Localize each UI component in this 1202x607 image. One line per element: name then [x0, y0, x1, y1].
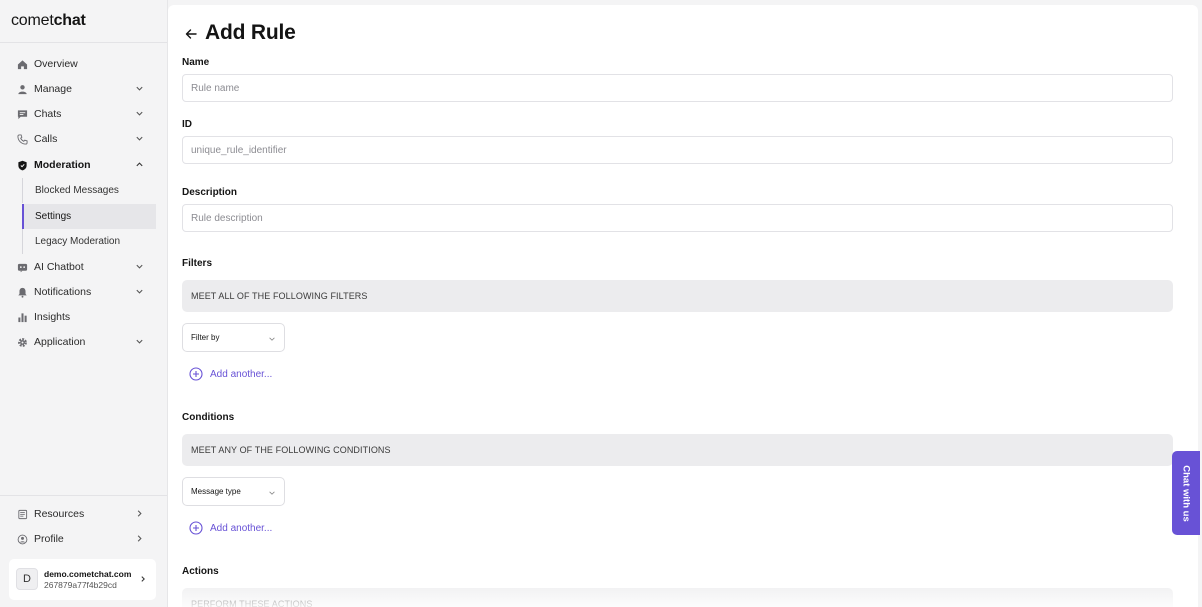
chevron-down-icon [269, 337, 275, 341]
sidebar-item-label: AI Chatbot [34, 261, 84, 273]
home-icon [16, 58, 28, 70]
chat-with-us-button[interactable]: Chat with us [1172, 451, 1200, 535]
description-label: Description [182, 187, 238, 198]
sidebar-item-label: Overview [34, 58, 78, 70]
sidebar-subitem-legacy-moderation[interactable]: Legacy Moderation [22, 229, 156, 254]
sidebar: cometchat Overview Manage Chats Calls Mo… [0, 0, 168, 607]
divider [0, 495, 167, 496]
rule-id-input[interactable] [182, 136, 1173, 164]
sidebar-item-profile[interactable]: Profile [8, 527, 156, 551]
sidebar-item-label: Resources [34, 508, 85, 520]
divider [0, 42, 167, 43]
conditions-banner: MEET ANY OF THE FOLLOWING CONDITIONS [182, 434, 1173, 466]
plus-circle-icon [189, 367, 203, 381]
sidebar-item-label: Profile [34, 533, 64, 545]
chevron-down-icon [136, 86, 143, 91]
sidebar-item-application[interactable]: Application [8, 330, 156, 354]
name-label: Name [182, 57, 210, 68]
sidebar-item-label: Insights [34, 311, 71, 323]
sidebar-item-overview[interactable]: Overview [8, 52, 156, 76]
chevron-down-icon [136, 289, 143, 294]
sidebar-item-moderation[interactable]: Moderation [8, 153, 156, 177]
sidebar-item-notifications[interactable]: Notifications [8, 280, 156, 304]
sidebar-item-label: Application [34, 336, 86, 348]
sidebar-item-label: Manage [34, 83, 72, 95]
account-id: 267879a77f4b29cd [44, 580, 117, 590]
profile-icon [16, 533, 28, 545]
chat-bubble-icon [16, 108, 28, 120]
add-filter-button[interactable]: Add another... [189, 366, 272, 382]
chevron-down-icon [269, 491, 275, 495]
rule-description-input[interactable] [182, 204, 1173, 232]
chevron-right-icon [137, 535, 142, 542]
back-arrow-icon[interactable] [184, 27, 198, 41]
chevron-down-icon [136, 339, 143, 344]
account-switcher[interactable]: D demo.cometchat.com 267879a77f4b29cd [9, 559, 156, 600]
actions-label: Actions [182, 566, 219, 577]
rule-name-input[interactable] [182, 74, 1173, 102]
id-label: ID [182, 119, 192, 130]
bell-icon [16, 286, 28, 298]
message-type-select[interactable]: Message type [182, 477, 285, 506]
actions-banner: PERFORM THESE ACTIONS [182, 588, 1173, 607]
avatar: D [16, 568, 38, 590]
sidebar-item-label: Chats [34, 108, 62, 120]
cometchat-logo[interactable]: cometchat [11, 12, 86, 30]
filter-by-select[interactable]: Filter by [182, 323, 285, 352]
sidebar-subitem-settings[interactable]: Settings [22, 204, 156, 229]
main-content: Add Rule Name ID Description Filters MEE… [168, 5, 1198, 607]
chevron-down-icon [136, 264, 143, 269]
sidebar-item-manage[interactable]: Manage [8, 77, 156, 101]
sidebar-item-insights[interactable]: Insights [8, 305, 156, 329]
conditions-label: Conditions [182, 412, 235, 423]
filters-label: Filters [182, 258, 213, 269]
page-title: Add Rule [205, 21, 296, 44]
account-domain: demo.cometchat.com [44, 569, 132, 579]
chevron-down-icon [136, 111, 143, 116]
filters-banner: MEET ALL OF THE FOLLOWING FILTERS [182, 280, 1173, 312]
user-icon [16, 83, 28, 95]
shield-icon [16, 159, 28, 171]
phone-icon [16, 133, 28, 145]
sidebar-item-ai-chatbot[interactable]: AI Chatbot [8, 255, 156, 279]
book-icon [16, 508, 28, 520]
sidebar-item-chats[interactable]: Chats [8, 102, 156, 126]
chevron-up-icon [136, 162, 143, 167]
bot-icon [16, 261, 28, 273]
gear-icon [16, 336, 28, 348]
chevron-down-icon [136, 136, 143, 141]
bar-chart-icon [16, 311, 28, 323]
add-condition-button[interactable]: Add another... [189, 520, 272, 536]
chevron-right-icon [141, 576, 145, 582]
sidebar-item-resources[interactable]: Resources [8, 502, 156, 526]
sidebar-item-calls[interactable]: Calls [8, 127, 156, 151]
chevron-right-icon [137, 510, 142, 517]
sidebar-item-label: Moderation [34, 159, 91, 171]
sidebar-subitem-blocked-messages[interactable]: Blocked Messages [22, 178, 156, 203]
sidebar-item-label: Calls [34, 133, 58, 145]
sidebar-item-label: Notifications [34, 286, 92, 298]
plus-circle-icon [189, 521, 203, 535]
